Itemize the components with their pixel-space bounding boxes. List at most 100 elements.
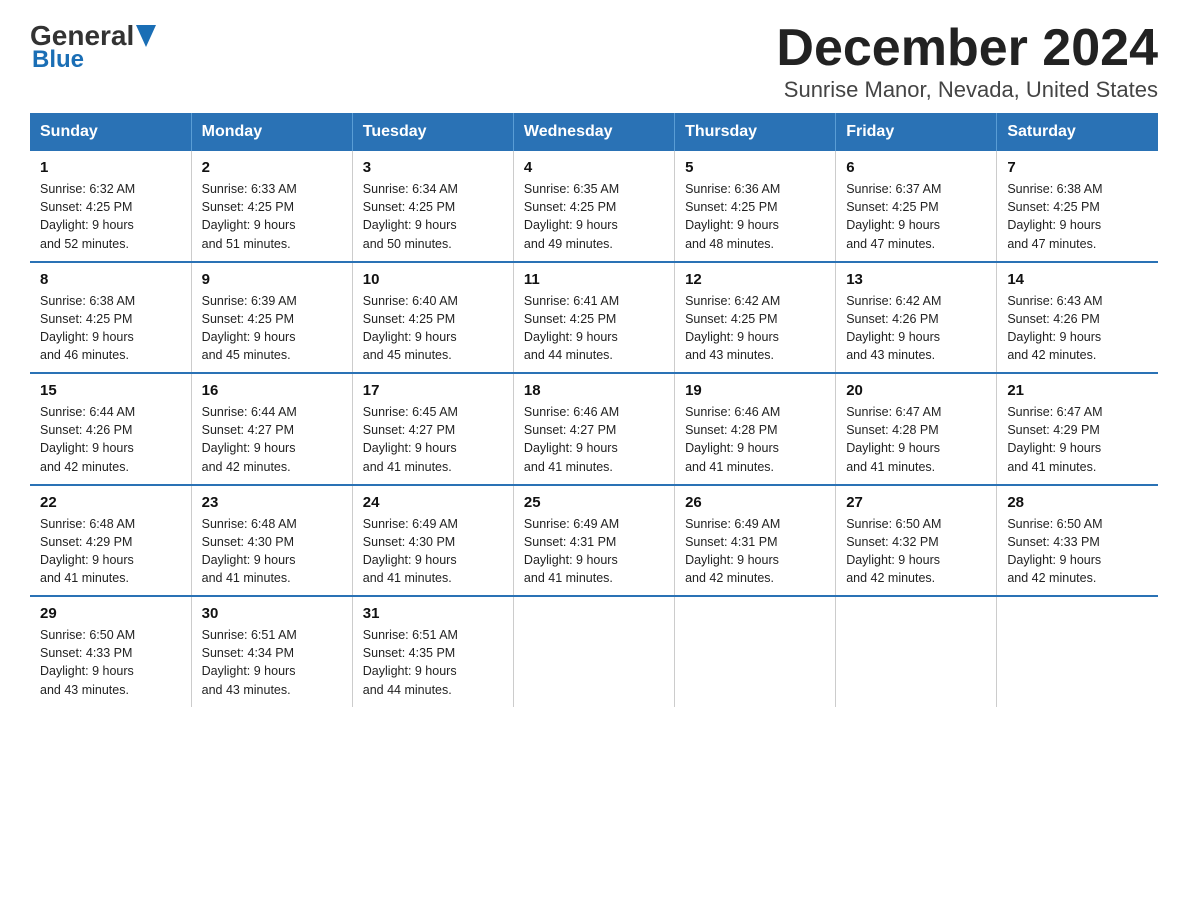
table-row: 5 Sunrise: 6:36 AMSunset: 4:25 PMDayligh… [675, 151, 836, 262]
day-number: 24 [363, 494, 503, 511]
table-row: 25 Sunrise: 6:49 AMSunset: 4:31 PMDaylig… [513, 485, 674, 597]
table-row: 21 Sunrise: 6:47 AMSunset: 4:29 PMDaylig… [997, 373, 1158, 485]
day-info: Sunrise: 6:47 AMSunset: 4:29 PMDaylight:… [1007, 403, 1148, 476]
day-info: Sunrise: 6:44 AMSunset: 4:26 PMDaylight:… [40, 403, 181, 476]
table-row: 9 Sunrise: 6:39 AMSunset: 4:25 PMDayligh… [191, 262, 352, 374]
day-info: Sunrise: 6:49 AMSunset: 4:31 PMDaylight:… [685, 515, 825, 588]
day-info: Sunrise: 6:50 AMSunset: 4:32 PMDaylight:… [846, 515, 986, 588]
weekday-header-saturday: Saturday [997, 113, 1158, 151]
day-number: 6 [846, 159, 986, 176]
day-number: 12 [685, 271, 825, 288]
week-row-3: 15 Sunrise: 6:44 AMSunset: 4:26 PMDaylig… [30, 373, 1158, 485]
day-info: Sunrise: 6:46 AMSunset: 4:27 PMDaylight:… [524, 403, 664, 476]
day-number: 26 [685, 494, 825, 511]
weekday-header-friday: Friday [836, 113, 997, 151]
day-number: 30 [202, 605, 342, 622]
table-row: 31 Sunrise: 6:51 AMSunset: 4:35 PMDaylig… [352, 596, 513, 707]
page-subtitle: Sunrise Manor, Nevada, United States [776, 77, 1158, 103]
day-info: Sunrise: 6:44 AMSunset: 4:27 PMDaylight:… [202, 403, 342, 476]
day-info: Sunrise: 6:42 AMSunset: 4:25 PMDaylight:… [685, 292, 825, 365]
day-info: Sunrise: 6:36 AMSunset: 4:25 PMDaylight:… [685, 180, 825, 253]
day-info: Sunrise: 6:32 AMSunset: 4:25 PMDaylight:… [40, 180, 181, 253]
day-info: Sunrise: 6:48 AMSunset: 4:30 PMDaylight:… [202, 515, 342, 588]
day-info: Sunrise: 6:42 AMSunset: 4:26 PMDaylight:… [846, 292, 986, 365]
day-info: Sunrise: 6:43 AMSunset: 4:26 PMDaylight:… [1007, 292, 1148, 365]
day-number: 20 [846, 382, 986, 399]
table-row: 26 Sunrise: 6:49 AMSunset: 4:31 PMDaylig… [675, 485, 836, 597]
day-number: 22 [40, 494, 181, 511]
table-row: 24 Sunrise: 6:49 AMSunset: 4:30 PMDaylig… [352, 485, 513, 597]
table-row: 20 Sunrise: 6:47 AMSunset: 4:28 PMDaylig… [836, 373, 997, 485]
day-info: Sunrise: 6:40 AMSunset: 4:25 PMDaylight:… [363, 292, 503, 365]
day-info: Sunrise: 6:41 AMSunset: 4:25 PMDaylight:… [524, 292, 664, 365]
table-row: 18 Sunrise: 6:46 AMSunset: 4:27 PMDaylig… [513, 373, 674, 485]
table-row: 17 Sunrise: 6:45 AMSunset: 4:27 PMDaylig… [352, 373, 513, 485]
day-info: Sunrise: 6:38 AMSunset: 4:25 PMDaylight:… [1007, 180, 1148, 253]
week-row-5: 29 Sunrise: 6:50 AMSunset: 4:33 PMDaylig… [30, 596, 1158, 707]
day-info: Sunrise: 6:51 AMSunset: 4:34 PMDaylight:… [202, 626, 342, 699]
day-number: 11 [524, 271, 664, 288]
table-row: 7 Sunrise: 6:38 AMSunset: 4:25 PMDayligh… [997, 151, 1158, 262]
day-number: 1 [40, 159, 181, 176]
table-row: 4 Sunrise: 6:35 AMSunset: 4:25 PMDayligh… [513, 151, 674, 262]
day-info: Sunrise: 6:48 AMSunset: 4:29 PMDaylight:… [40, 515, 181, 588]
logo: General Blue [30, 20, 156, 74]
day-number: 10 [363, 271, 503, 288]
day-number: 7 [1007, 159, 1148, 176]
day-number: 23 [202, 494, 342, 511]
table-row [675, 596, 836, 707]
day-number: 4 [524, 159, 664, 176]
weekday-header-thursday: Thursday [675, 113, 836, 151]
day-number: 15 [40, 382, 181, 399]
day-number: 28 [1007, 494, 1148, 511]
day-info: Sunrise: 6:33 AMSunset: 4:25 PMDaylight:… [202, 180, 342, 253]
day-info: Sunrise: 6:38 AMSunset: 4:25 PMDaylight:… [40, 292, 181, 365]
day-info: Sunrise: 6:51 AMSunset: 4:35 PMDaylight:… [363, 626, 503, 699]
table-row: 23 Sunrise: 6:48 AMSunset: 4:30 PMDaylig… [191, 485, 352, 597]
table-row: 29 Sunrise: 6:50 AMSunset: 4:33 PMDaylig… [30, 596, 191, 707]
day-number: 3 [363, 159, 503, 176]
table-row: 30 Sunrise: 6:51 AMSunset: 4:34 PMDaylig… [191, 596, 352, 707]
day-number: 16 [202, 382, 342, 399]
table-row: 6 Sunrise: 6:37 AMSunset: 4:25 PMDayligh… [836, 151, 997, 262]
day-info: Sunrise: 6:35 AMSunset: 4:25 PMDaylight:… [524, 180, 664, 253]
table-row: 22 Sunrise: 6:48 AMSunset: 4:29 PMDaylig… [30, 485, 191, 597]
weekday-header-sunday: Sunday [30, 113, 191, 151]
day-info: Sunrise: 6:34 AMSunset: 4:25 PMDaylight:… [363, 180, 503, 253]
day-number: 5 [685, 159, 825, 176]
table-row [836, 596, 997, 707]
table-row: 19 Sunrise: 6:46 AMSunset: 4:28 PMDaylig… [675, 373, 836, 485]
table-row: 2 Sunrise: 6:33 AMSunset: 4:25 PMDayligh… [191, 151, 352, 262]
day-info: Sunrise: 6:46 AMSunset: 4:28 PMDaylight:… [685, 403, 825, 476]
table-row: 27 Sunrise: 6:50 AMSunset: 4:32 PMDaylig… [836, 485, 997, 597]
day-number: 13 [846, 271, 986, 288]
day-number: 14 [1007, 271, 1148, 288]
day-info: Sunrise: 6:39 AMSunset: 4:25 PMDaylight:… [202, 292, 342, 365]
weekday-header-row: SundayMondayTuesdayWednesdayThursdayFrid… [30, 113, 1158, 151]
day-info: Sunrise: 6:37 AMSunset: 4:25 PMDaylight:… [846, 180, 986, 253]
calendar-header: SundayMondayTuesdayWednesdayThursdayFrid… [30, 113, 1158, 151]
table-row: 8 Sunrise: 6:38 AMSunset: 4:25 PMDayligh… [30, 262, 191, 374]
day-number: 8 [40, 271, 181, 288]
table-row [513, 596, 674, 707]
table-row: 11 Sunrise: 6:41 AMSunset: 4:25 PMDaylig… [513, 262, 674, 374]
weekday-header-tuesday: Tuesday [352, 113, 513, 151]
day-number: 21 [1007, 382, 1148, 399]
day-number: 19 [685, 382, 825, 399]
table-row: 13 Sunrise: 6:42 AMSunset: 4:26 PMDaylig… [836, 262, 997, 374]
day-info: Sunrise: 6:49 AMSunset: 4:31 PMDaylight:… [524, 515, 664, 588]
table-row: 10 Sunrise: 6:40 AMSunset: 4:25 PMDaylig… [352, 262, 513, 374]
week-row-2: 8 Sunrise: 6:38 AMSunset: 4:25 PMDayligh… [30, 262, 1158, 374]
week-row-4: 22 Sunrise: 6:48 AMSunset: 4:29 PMDaylig… [30, 485, 1158, 597]
logo-blue-text: Blue [32, 46, 84, 74]
table-row: 3 Sunrise: 6:34 AMSunset: 4:25 PMDayligh… [352, 151, 513, 262]
calendar-table: SundayMondayTuesdayWednesdayThursdayFrid… [30, 113, 1158, 707]
weekday-header-wednesday: Wednesday [513, 113, 674, 151]
week-row-1: 1 Sunrise: 6:32 AMSunset: 4:25 PMDayligh… [30, 151, 1158, 262]
logo-triangle-icon [136, 25, 156, 47]
table-row: 12 Sunrise: 6:42 AMSunset: 4:25 PMDaylig… [675, 262, 836, 374]
table-row: 14 Sunrise: 6:43 AMSunset: 4:26 PMDaylig… [997, 262, 1158, 374]
weekday-header-monday: Monday [191, 113, 352, 151]
day-number: 31 [363, 605, 503, 622]
page-title: December 2024 [776, 20, 1158, 77]
